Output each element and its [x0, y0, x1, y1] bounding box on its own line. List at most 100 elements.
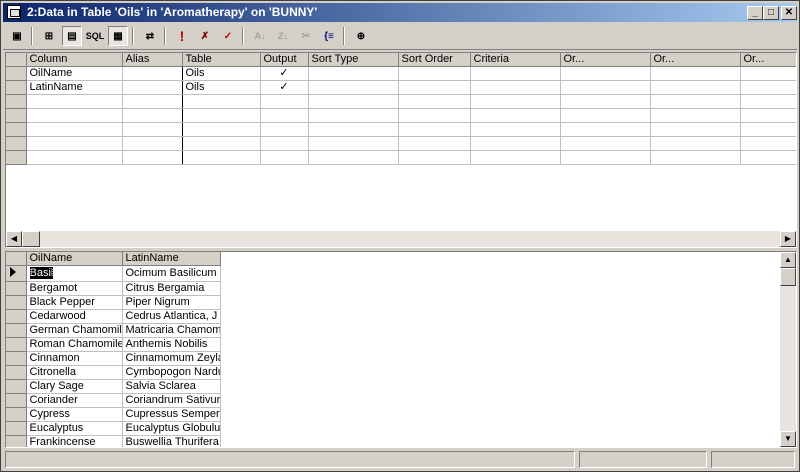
criteria-cell[interactable]	[122, 122, 183, 137]
change-query-type-icon[interactable]: ⇄	[140, 26, 160, 46]
criteria-cell[interactable]: Oils	[182, 80, 261, 95]
data-cell[interactable]: German Chamomile	[26, 323, 123, 338]
corner-cell[interactable]	[6, 252, 27, 266]
data-cell[interactable]: Piper Nigrum	[122, 295, 221, 310]
column-header[interactable]: Criteria	[470, 53, 561, 67]
group-by-icon[interactable]: {≡	[319, 26, 339, 46]
data-cell[interactable]: Frankincense	[26, 435, 123, 447]
criteria-cell[interactable]	[740, 66, 796, 81]
criteria-cell[interactable]	[740, 122, 796, 137]
column-header[interactable]: Column	[26, 53, 123, 67]
data-cell[interactable]: Coriander	[26, 393, 123, 408]
criteria-cell[interactable]	[650, 136, 741, 151]
criteria-cell[interactable]	[308, 150, 399, 165]
criteria-cell[interactable]	[26, 94, 123, 109]
criteria-cell[interactable]: LatinName	[26, 80, 123, 95]
criteria-cell[interactable]	[740, 94, 796, 109]
column-header[interactable]: LatinName	[122, 252, 221, 266]
criteria-cell[interactable]	[650, 80, 741, 95]
row-selector[interactable]	[6, 136, 27, 151]
criteria-cell[interactable]	[740, 136, 796, 151]
scroll-right-icon[interactable]: ▶	[780, 231, 796, 247]
column-header[interactable]: Alias	[122, 53, 183, 67]
criteria-cell[interactable]	[560, 122, 651, 137]
data-cell[interactable]: Cedrus Atlantica, J	[122, 309, 221, 324]
data-cell[interactable]: Cypress	[26, 407, 123, 422]
column-header[interactable]: Sort Order	[398, 53, 471, 67]
criteria-cell[interactable]	[470, 136, 561, 151]
criteria-cell[interactable]	[560, 136, 651, 151]
criteria-cell[interactable]: OilName	[26, 66, 123, 81]
criteria-cell[interactable]	[122, 80, 183, 95]
criteria-cell[interactable]	[398, 66, 471, 81]
sort-descending-icon[interactable]: Z↓	[273, 26, 293, 46]
criteria-cell[interactable]	[308, 108, 399, 123]
scroll-down-icon[interactable]: ▼	[780, 431, 796, 447]
row-selector[interactable]	[6, 309, 27, 324]
criteria-cell[interactable]	[122, 108, 183, 123]
column-header[interactable]: OilName	[26, 252, 123, 266]
close-button[interactable]: ✕	[781, 6, 797, 20]
criteria-cell[interactable]	[260, 150, 309, 165]
criteria-cell[interactable]	[308, 122, 399, 137]
criteria-cell[interactable]	[122, 66, 183, 81]
row-selector[interactable]	[6, 122, 27, 137]
criteria-horizontal-scrollbar[interactable]: ◀ ▶	[6, 231, 796, 247]
criteria-cell[interactable]	[650, 108, 741, 123]
data-cell[interactable]: Clary Sage	[26, 379, 123, 394]
data-cell[interactable]: Cinnamon	[26, 351, 123, 366]
criteria-cell[interactable]	[308, 136, 399, 151]
diagram-pane-icon[interactable]: ⊞	[39, 26, 59, 46]
verify-sql-icon[interactable]: ✓	[218, 26, 238, 46]
sort-ascending-icon[interactable]: A↓	[250, 26, 270, 46]
row-selector[interactable]	[6, 365, 27, 380]
criteria-cell[interactable]	[182, 136, 261, 151]
row-selector[interactable]	[6, 393, 27, 408]
column-header[interactable]: Table	[182, 53, 261, 67]
data-cell[interactable]: Salvia Sclarea	[122, 379, 221, 394]
row-selector[interactable]	[6, 379, 27, 394]
row-selector[interactable]	[6, 108, 27, 123]
add-table-icon[interactable]: ⊕	[351, 26, 371, 46]
criteria-cell[interactable]	[560, 80, 651, 95]
row-selector[interactable]	[6, 421, 27, 436]
row-selector[interactable]	[6, 407, 27, 422]
data-cell[interactable]: Anthemis Nobilis	[122, 337, 221, 352]
criteria-cell[interactable]	[560, 66, 651, 81]
data-cell[interactable]: Buswellia Thurifera	[122, 435, 221, 447]
criteria-cell[interactable]	[650, 94, 741, 109]
data-cell[interactable]: Black Pepper	[26, 295, 123, 310]
criteria-cell[interactable]	[470, 150, 561, 165]
criteria-cell[interactable]	[122, 136, 183, 151]
scroll-left-icon[interactable]: ◀	[6, 231, 22, 247]
criteria-cell[interactable]	[560, 94, 651, 109]
criteria-cell[interactable]	[470, 108, 561, 123]
current-row-indicator[interactable]	[6, 265, 27, 282]
criteria-cell[interactable]	[308, 66, 399, 81]
row-selector[interactable]	[6, 337, 27, 352]
criteria-cell[interactable]	[308, 94, 399, 109]
column-header[interactable]: Output	[260, 53, 309, 67]
criteria-cell[interactable]	[740, 150, 796, 165]
criteria-cell[interactable]	[398, 136, 471, 151]
run-icon[interactable]: !	[172, 26, 192, 46]
sql-pane-icon[interactable]: SQL	[85, 26, 105, 46]
criteria-cell[interactable]	[470, 66, 561, 81]
criteria-cell[interactable]	[398, 80, 471, 95]
data-cell[interactable]: Cymbopogon Nardu	[122, 365, 221, 380]
corner-cell[interactable]	[6, 53, 27, 67]
data-cell[interactable]: Citrus Bergamia	[122, 281, 221, 296]
criteria-cell[interactable]	[182, 108, 261, 123]
output-checkbox[interactable]: ✓	[260, 66, 309, 81]
criteria-cell[interactable]	[308, 80, 399, 95]
remove-filter-icon[interactable]: ✂	[296, 26, 316, 46]
data-cell[interactable]: Bergamot	[26, 281, 123, 296]
criteria-cell[interactable]	[26, 122, 123, 137]
criteria-cell[interactable]	[470, 94, 561, 109]
row-selector[interactable]	[6, 94, 27, 109]
row-selector[interactable]	[6, 435, 27, 447]
data-cell[interactable]: Eucalyptus	[26, 421, 123, 436]
data-cell[interactable]: Matricaria Chamom	[122, 323, 221, 338]
data-cell[interactable]: Citronella	[26, 365, 123, 380]
data-cell[interactable]: Ocimum Basilicum	[122, 265, 221, 282]
